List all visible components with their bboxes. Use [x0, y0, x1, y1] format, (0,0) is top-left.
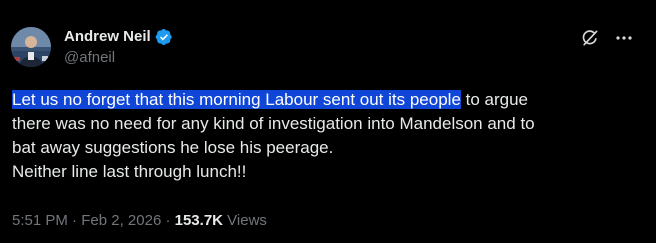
meta-separator: · — [67, 212, 82, 229]
grok-icon[interactable] — [580, 28, 600, 48]
tweet-line-1: Let us no forget that this morning Labou… — [12, 88, 642, 112]
timestamp-date[interactable]: Feb 2, 2026 — [81, 212, 161, 229]
views-label: Views — [223, 212, 267, 229]
tweet-line-1-rest: to argue — [460, 90, 529, 109]
timestamp-time[interactable]: 5:51 PM — [12, 212, 68, 229]
tweet-meta: 5:51 PM · Feb 2, 2026 · 153.7K Views — [12, 211, 267, 231]
tweet-line-4: Neither line last through lunch!! — [12, 162, 247, 181]
views-count: 153.7K — [174, 212, 223, 229]
verified-badge-icon[interactable] — [155, 28, 173, 46]
top-actions — [580, 28, 634, 48]
tweet-line-3: bat away suggestions he lose his peerage… — [12, 138, 334, 157]
name-row: Andrew Neil — [64, 27, 173, 47]
handle[interactable]: @afneil — [64, 48, 173, 68]
tweet-text: Let us no forget that this morning Labou… — [12, 88, 642, 184]
selected-text: Let us no forget that this morning Labou… — [12, 90, 461, 109]
author-block: Andrew Neil @afneil — [64, 27, 173, 67]
more-icon[interactable] — [614, 28, 634, 48]
meta-separator: · — [161, 212, 175, 229]
tweet-card: Andrew Neil @afneil Let us no forget tha… — [0, 0, 656, 243]
tweet-line-2: there was no need for any kind of invest… — [12, 114, 535, 133]
display-name[interactable]: Andrew Neil — [64, 27, 151, 47]
avatar[interactable] — [11, 27, 51, 67]
